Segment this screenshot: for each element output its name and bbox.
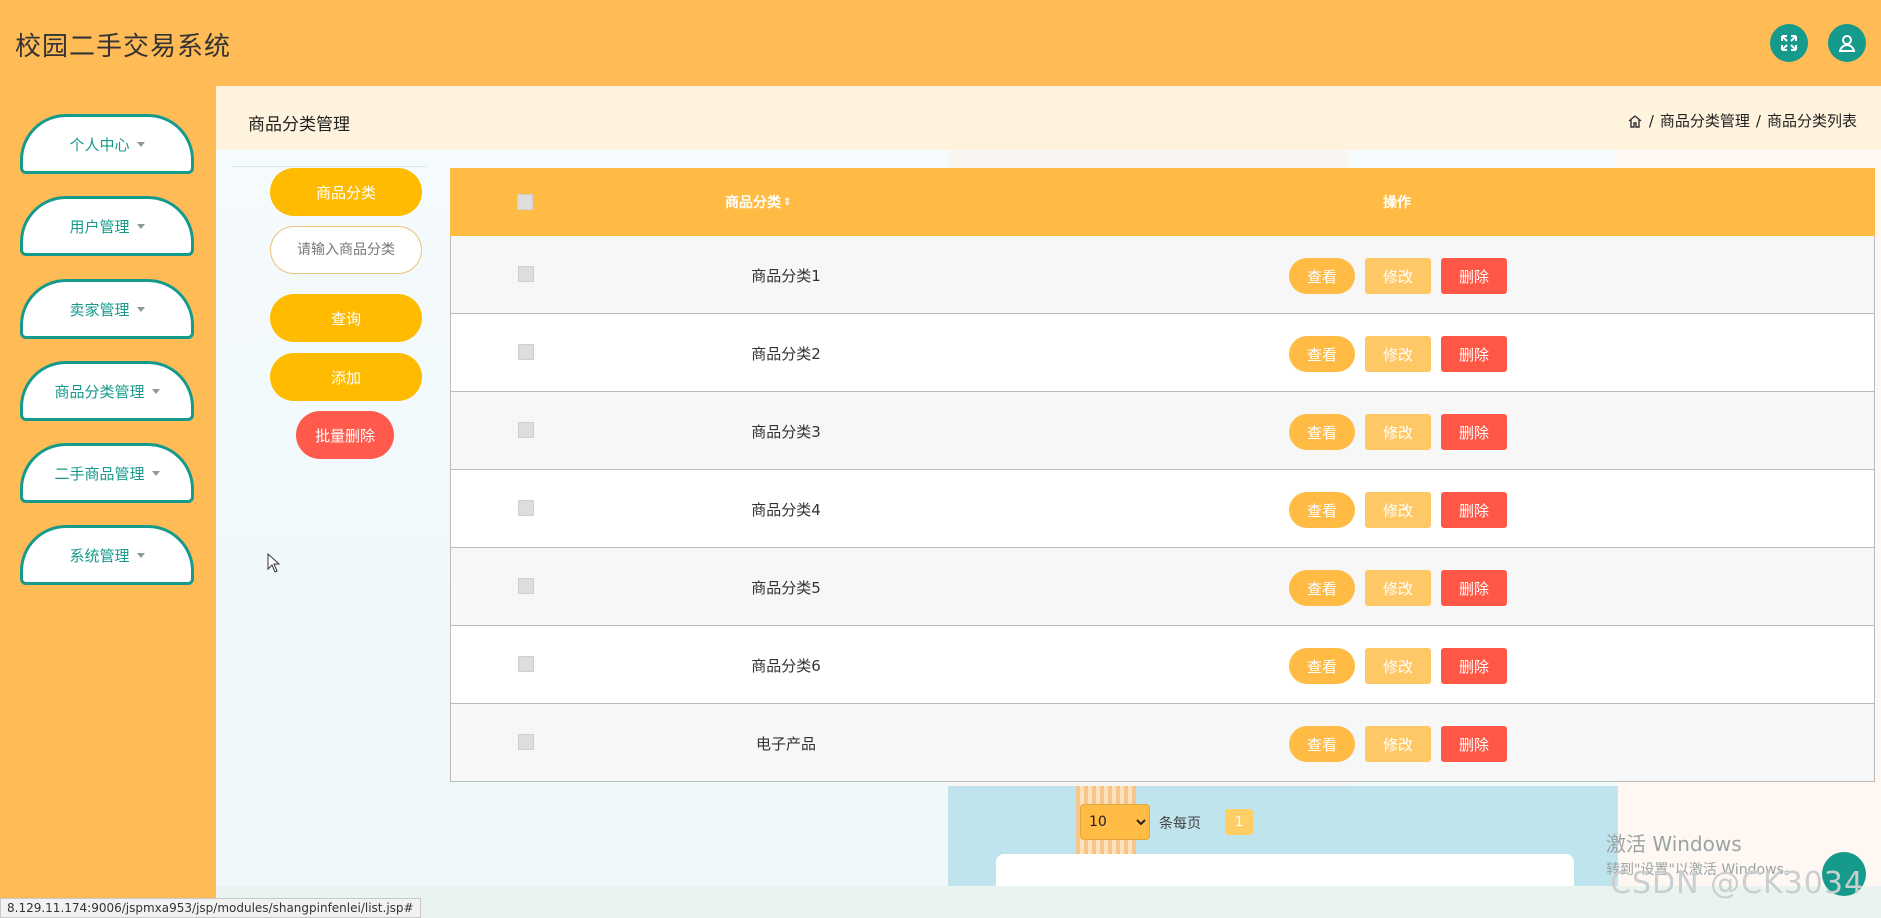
delete-button[interactable]: 删除 [1441,492,1507,528]
sidebar-item-label: 用户管理 [69,217,130,236]
csdn-watermark: CSDN @CK3034 [1610,866,1865,901]
sidebar: 个人中心 用户管理 卖家管理 商品分类管理 二手商品管理 系统管理 [0,86,216,898]
main-content: 商品分类管理 / 商品分类管理 / 商品分类列表 商品分类 查询 添加 批量删除… [216,86,1881,886]
row-checkbox[interactable] [518,578,534,594]
caret-down-icon [136,306,145,312]
edit-button[interactable]: 修改 [1365,258,1431,294]
page-number-button[interactable]: 1 [1225,809,1253,835]
select-all-checkbox[interactable] [517,194,533,210]
table-row: 商品分类3 查看 修改 删除 [450,392,1875,470]
top-bar: 校园二手交易系统 [0,0,1881,86]
table-row: 商品分类4 查看 修改 删除 [450,470,1875,548]
per-page-label: 条每页 [1159,816,1201,832]
delete-button[interactable]: 删除 [1441,336,1507,372]
category-name-cell: 商品分类6 [751,656,821,675]
table-row: 电子产品 查看 修改 删除 [450,704,1875,782]
mouse-cursor-icon [267,553,281,573]
sidebar-item-secondhand-goods[interactable]: 二手商品管理 [20,443,194,503]
row-checkbox[interactable] [518,734,534,750]
delete-button[interactable]: 删除 [1441,570,1507,606]
category-name-cell: 商品分类4 [751,500,821,519]
view-button[interactable]: 查看 [1289,492,1355,528]
view-button[interactable]: 查看 [1289,414,1355,450]
sidebar-item-personal-center[interactable]: 个人中心 [20,114,194,174]
view-button[interactable]: 查看 [1289,336,1355,372]
edit-button[interactable]: 修改 [1365,414,1431,450]
edit-button[interactable]: 修改 [1365,726,1431,762]
page-header: 商品分类管理 / 商品分类管理 / 商品分类列表 [216,86,1881,150]
table-row: 商品分类2 查看 修改 删除 [450,314,1875,392]
caret-down-icon [151,388,160,394]
table-row: 商品分类1 查看 修改 删除 [450,236,1875,314]
browser-status-url: 8.129.11.174:9006/jspmxa953/jsp/modules/… [0,898,421,918]
row-checkbox[interactable] [518,500,534,516]
view-button[interactable]: 查看 [1289,648,1355,684]
sidebar-item-user-management[interactable]: 用户管理 [20,196,194,256]
sidebar-item-label: 系统管理 [69,546,130,565]
category-name-cell: 商品分类2 [751,344,821,363]
row-checkbox[interactable] [518,422,534,438]
caret-down-icon [136,141,145,147]
home-icon[interactable] [1627,113,1643,129]
edit-button[interactable]: 修改 [1365,648,1431,684]
row-checkbox[interactable] [518,266,534,282]
page-title: 商品分类管理 [248,115,350,135]
caret-down-icon [136,223,145,229]
edit-button[interactable]: 修改 [1365,570,1431,606]
user-icon[interactable] [1828,24,1866,62]
column-header-label: 商品分类 [725,195,781,211]
row-checkbox[interactable] [518,656,534,672]
caret-down-icon [136,552,145,558]
view-button[interactable]: 查看 [1289,258,1355,294]
fullscreen-icon[interactable] [1770,24,1808,62]
table-header: 商品分类 ⇕ 操作 [450,168,1875,236]
category-name-cell: 商品分类3 [751,422,821,441]
caret-down-icon [151,470,160,476]
delete-button[interactable]: 删除 [1441,726,1507,762]
sidebar-item-category-management[interactable]: 商品分类管理 [20,361,194,421]
breadcrumb: / 商品分类管理 / 商品分类列表 [1627,110,1857,131]
sort-icon[interactable]: ⇕ [783,197,791,208]
view-button[interactable]: 查看 [1289,726,1355,762]
sidebar-item-label: 个人中心 [69,135,130,154]
query-button[interactable]: 查询 [270,294,422,342]
breadcrumb-separator: / [1648,111,1654,130]
category-name-cell: 商品分类5 [751,578,821,597]
edit-button[interactable]: 修改 [1365,336,1431,372]
sidebar-item-label: 商品分类管理 [54,382,145,401]
sidebar-item-label: 卖家管理 [69,300,130,319]
app-title: 校园二手交易系统 [15,32,232,62]
category-name-cell: 电子产品 [755,734,816,753]
column-header-actions: 操作 [1383,195,1411,211]
sidebar-item-system-management[interactable]: 系统管理 [20,525,194,585]
row-checkbox[interactable] [518,344,534,360]
sidebar-item-label: 二手商品管理 [54,464,145,483]
breadcrumb-item-category-list: 商品分类列表 [1766,112,1857,130]
view-button[interactable]: 查看 [1289,570,1355,606]
table-row: 商品分类5 查看 修改 删除 [450,548,1875,626]
sidebar-item-seller-management[interactable]: 卖家管理 [20,279,194,339]
breadcrumb-separator: / [1755,111,1761,130]
delete-button[interactable]: 删除 [1441,648,1507,684]
category-search-input[interactable] [270,226,422,274]
divider [232,166,427,167]
breadcrumb-item-category-management[interactable]: 商品分类管理 [1660,110,1750,131]
category-name-cell: 商品分类1 [751,266,821,285]
table-row: 商品分类6 查看 修改 删除 [450,626,1875,704]
batch-delete-button[interactable]: 批量删除 [296,411,394,459]
category-table: 商品分类 ⇕ 操作 商品分类1 查看 修改 删除 商品分类2 查看 修改 删除 商… [450,168,1875,782]
background-decoration [996,854,1574,886]
add-button[interactable]: 添加 [270,353,422,401]
watermark-line: 激活 Windows [1606,832,1742,856]
delete-button[interactable]: 删除 [1441,258,1507,294]
column-header-category[interactable]: 商品分类 ⇕ [725,168,791,236]
search-field-label: 商品分类 [270,168,422,216]
delete-button[interactable]: 删除 [1441,414,1507,450]
edit-button[interactable]: 修改 [1365,492,1431,528]
page-size-select[interactable]: 10 [1080,804,1150,840]
search-panel: 商品分类 查询 添加 批量删除 [232,166,432,466]
